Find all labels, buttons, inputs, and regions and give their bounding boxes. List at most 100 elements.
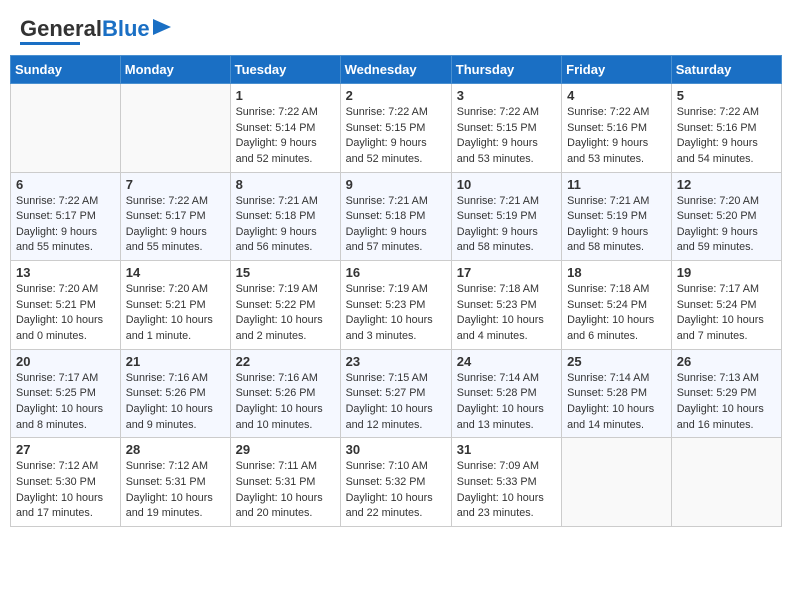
calendar-cell: 27 Sunrise: 7:12 AM Sunset: 5:30 PM Dayli… (11, 438, 121, 527)
calendar-week-row: 20Sunrise: 7:17 AM Sunset: 5:25 PM Dayli… (11, 349, 782, 438)
day-header-friday: Friday (562, 56, 672, 84)
logo-arrow-icon (153, 19, 171, 35)
day-header-tuesday: Tuesday (230, 56, 340, 84)
calendar-cell: 13 Sunrise: 7:20 AM Sunset: 5:21 PM Dayli… (11, 261, 121, 350)
day-info: Sunrise: 7:17 AM Sunset: 5:25 PM Dayligh… (16, 371, 115, 434)
day-number: 26 (677, 354, 776, 369)
day-info: Sunrise: 7:10 AM Sunset: 5:32 PM Dayligh… (346, 459, 446, 522)
calendar-cell: 14Sunrise: 7:20 AM Sunset: 5:21 PM Dayli… (120, 261, 230, 350)
day-info: Sunrise: 7:18 AM Sunset: 5:23 PM Dayligh… (457, 282, 556, 345)
day-info: Sunrise: 7:20 AM Sunset: 5:21 PM Dayligh… (126, 282, 225, 345)
day-number: 13 (16, 265, 115, 280)
day-info: Sunrise: 7:21 AM Sunset: 5:19 PM Dayligh… (457, 194, 556, 257)
calendar-week-row: 27 Sunrise: 7:12 AM Sunset: 5:30 PM Dayli… (11, 438, 782, 527)
day-info: Sunrise: 7:19 AM Sunset: 5:22 PM Dayligh… (236, 282, 335, 345)
day-info: Sunrise: 7:21 AM Sunset: 5:18 PM Dayligh… (236, 194, 335, 257)
day-number: 17 (457, 265, 556, 280)
day-info: Sunrise: 7:22 AM Sunset: 5:16 PM Dayligh… (677, 105, 776, 168)
day-header-saturday: Saturday (671, 56, 781, 84)
day-number: 6 (16, 177, 115, 192)
day-info: Sunrise: 7:21 AM Sunset: 5:18 PM Dayligh… (346, 194, 446, 257)
calendar-week-row: 1Sunrise: 7:22 AM Sunset: 5:14 PM Daylig… (11, 84, 782, 173)
logo: GeneralBlue (20, 18, 171, 45)
calendar-cell: 9Sunrise: 7:21 AM Sunset: 5:18 PM Daylig… (340, 172, 451, 261)
day-info: Sunrise: 7:12 AM Sunset: 5:31 PM Dayligh… (126, 459, 225, 522)
calendar-cell: 17 Sunrise: 7:18 AM Sunset: 5:23 PM Dayli… (451, 261, 561, 350)
day-info: Sunrise: 7:19 AM Sunset: 5:23 PM Dayligh… (346, 282, 446, 345)
day-number: 28 (126, 442, 225, 457)
calendar-cell (120, 84, 230, 173)
day-info: Sunrise: 7:20 AM Sunset: 5:21 PM Dayligh… (16, 282, 115, 345)
day-number: 22 (236, 354, 335, 369)
calendar-week-row: 13 Sunrise: 7:20 AM Sunset: 5:21 PM Dayli… (11, 261, 782, 350)
day-number: 2 (346, 88, 446, 103)
calendar-cell: 16 Sunrise: 7:19 AM Sunset: 5:23 PM Dayli… (340, 261, 451, 350)
calendar-cell: 24 Sunrise: 7:14 AM Sunset: 5:28 PM Dayli… (451, 349, 561, 438)
day-info: Sunrise: 7:16 AM Sunset: 5:26 PM Dayligh… (126, 371, 225, 434)
calendar-cell: 31 Sunrise: 7:09 AM Sunset: 5:33 PM Dayli… (451, 438, 561, 527)
calendar-cell: 11 Sunrise: 7:21 AM Sunset: 5:19 PM Dayli… (562, 172, 672, 261)
day-number: 3 (457, 88, 556, 103)
day-number: 31 (457, 442, 556, 457)
calendar-cell: 21 Sunrise: 7:16 AM Sunset: 5:26 PM Dayli… (120, 349, 230, 438)
calendar-table: SundayMondayTuesdayWednesdayThursdayFrid… (10, 55, 782, 527)
day-number: 29 (236, 442, 335, 457)
day-number: 24 (457, 354, 556, 369)
day-header-sunday: Sunday (11, 56, 121, 84)
logo-text: GeneralBlue (20, 18, 150, 40)
calendar-cell: 28 Sunrise: 7:12 AM Sunset: 5:31 PM Dayli… (120, 438, 230, 527)
day-number: 12 (677, 177, 776, 192)
day-number: 8 (236, 177, 335, 192)
day-number: 4 (567, 88, 666, 103)
calendar-cell: 18 Sunrise: 7:18 AM Sunset: 5:24 PM Dayli… (562, 261, 672, 350)
day-info: Sunrise: 7:22 AM Sunset: 5:17 PM Dayligh… (16, 194, 115, 257)
page-header: GeneralBlue (10, 10, 782, 49)
calendar-cell: 4 Sunrise: 7:22 AM Sunset: 5:16 PM Daylig… (562, 84, 672, 173)
day-info: Sunrise: 7:14 AM Sunset: 5:28 PM Dayligh… (457, 371, 556, 434)
day-number: 16 (346, 265, 446, 280)
day-info: Sunrise: 7:22 AM Sunset: 5:17 PM Dayligh… (126, 194, 225, 257)
calendar-cell: 3 Sunrise: 7:22 AM Sunset: 5:15 PM Daylig… (451, 84, 561, 173)
day-info: Sunrise: 7:22 AM Sunset: 5:15 PM Dayligh… (457, 105, 556, 168)
day-header-wednesday: Wednesday (340, 56, 451, 84)
day-info: Sunrise: 7:21 AM Sunset: 5:19 PM Dayligh… (567, 194, 666, 257)
day-number: 18 (567, 265, 666, 280)
calendar-cell (11, 84, 121, 173)
calendar-cell: 1Sunrise: 7:22 AM Sunset: 5:14 PM Daylig… (230, 84, 340, 173)
calendar-cell: 5 Sunrise: 7:22 AM Sunset: 5:16 PM Daylig… (671, 84, 781, 173)
day-number: 21 (126, 354, 225, 369)
day-info: Sunrise: 7:22 AM Sunset: 5:16 PM Dayligh… (567, 105, 666, 168)
day-info: Sunrise: 7:15 AM Sunset: 5:27 PM Dayligh… (346, 371, 446, 434)
calendar-cell: 2Sunrise: 7:22 AM Sunset: 5:15 PM Daylig… (340, 84, 451, 173)
calendar-cell: 12 Sunrise: 7:20 AM Sunset: 5:20 PM Dayli… (671, 172, 781, 261)
day-number: 19 (677, 265, 776, 280)
day-info: Sunrise: 7:20 AM Sunset: 5:20 PM Dayligh… (677, 194, 776, 257)
day-number: 1 (236, 88, 335, 103)
day-info: Sunrise: 7:12 AM Sunset: 5:30 PM Dayligh… (16, 459, 115, 522)
day-number: 10 (457, 177, 556, 192)
calendar-cell (671, 438, 781, 527)
day-info: Sunrise: 7:09 AM Sunset: 5:33 PM Dayligh… (457, 459, 556, 522)
day-number: 27 (16, 442, 115, 457)
day-number: 5 (677, 88, 776, 103)
calendar-cell: 30Sunrise: 7:10 AM Sunset: 5:32 PM Dayli… (340, 438, 451, 527)
day-info: Sunrise: 7:14 AM Sunset: 5:28 PM Dayligh… (567, 371, 666, 434)
calendar-cell: 20Sunrise: 7:17 AM Sunset: 5:25 PM Dayli… (11, 349, 121, 438)
calendar-cell: 7Sunrise: 7:22 AM Sunset: 5:17 PM Daylig… (120, 172, 230, 261)
calendar-cell: 23Sunrise: 7:15 AM Sunset: 5:27 PM Dayli… (340, 349, 451, 438)
calendar-cell: 6 Sunrise: 7:22 AM Sunset: 5:17 PM Daylig… (11, 172, 121, 261)
day-number: 11 (567, 177, 666, 192)
calendar-header-row: SundayMondayTuesdayWednesdayThursdayFrid… (11, 56, 782, 84)
calendar-cell: 29Sunrise: 7:11 AM Sunset: 5:31 PM Dayli… (230, 438, 340, 527)
calendar-cell (562, 438, 672, 527)
day-info: Sunrise: 7:18 AM Sunset: 5:24 PM Dayligh… (567, 282, 666, 345)
day-number: 15 (236, 265, 335, 280)
calendar-cell: 26 Sunrise: 7:13 AM Sunset: 5:29 PM Dayli… (671, 349, 781, 438)
day-header-thursday: Thursday (451, 56, 561, 84)
logo-underline (20, 42, 80, 45)
day-info: Sunrise: 7:13 AM Sunset: 5:29 PM Dayligh… (677, 371, 776, 434)
calendar-cell: 8 Sunrise: 7:21 AM Sunset: 5:18 PM Daylig… (230, 172, 340, 261)
calendar-cell: 15 Sunrise: 7:19 AM Sunset: 5:22 PM Dayli… (230, 261, 340, 350)
day-info: Sunrise: 7:16 AM Sunset: 5:26 PM Dayligh… (236, 371, 335, 434)
day-number: 25 (567, 354, 666, 369)
